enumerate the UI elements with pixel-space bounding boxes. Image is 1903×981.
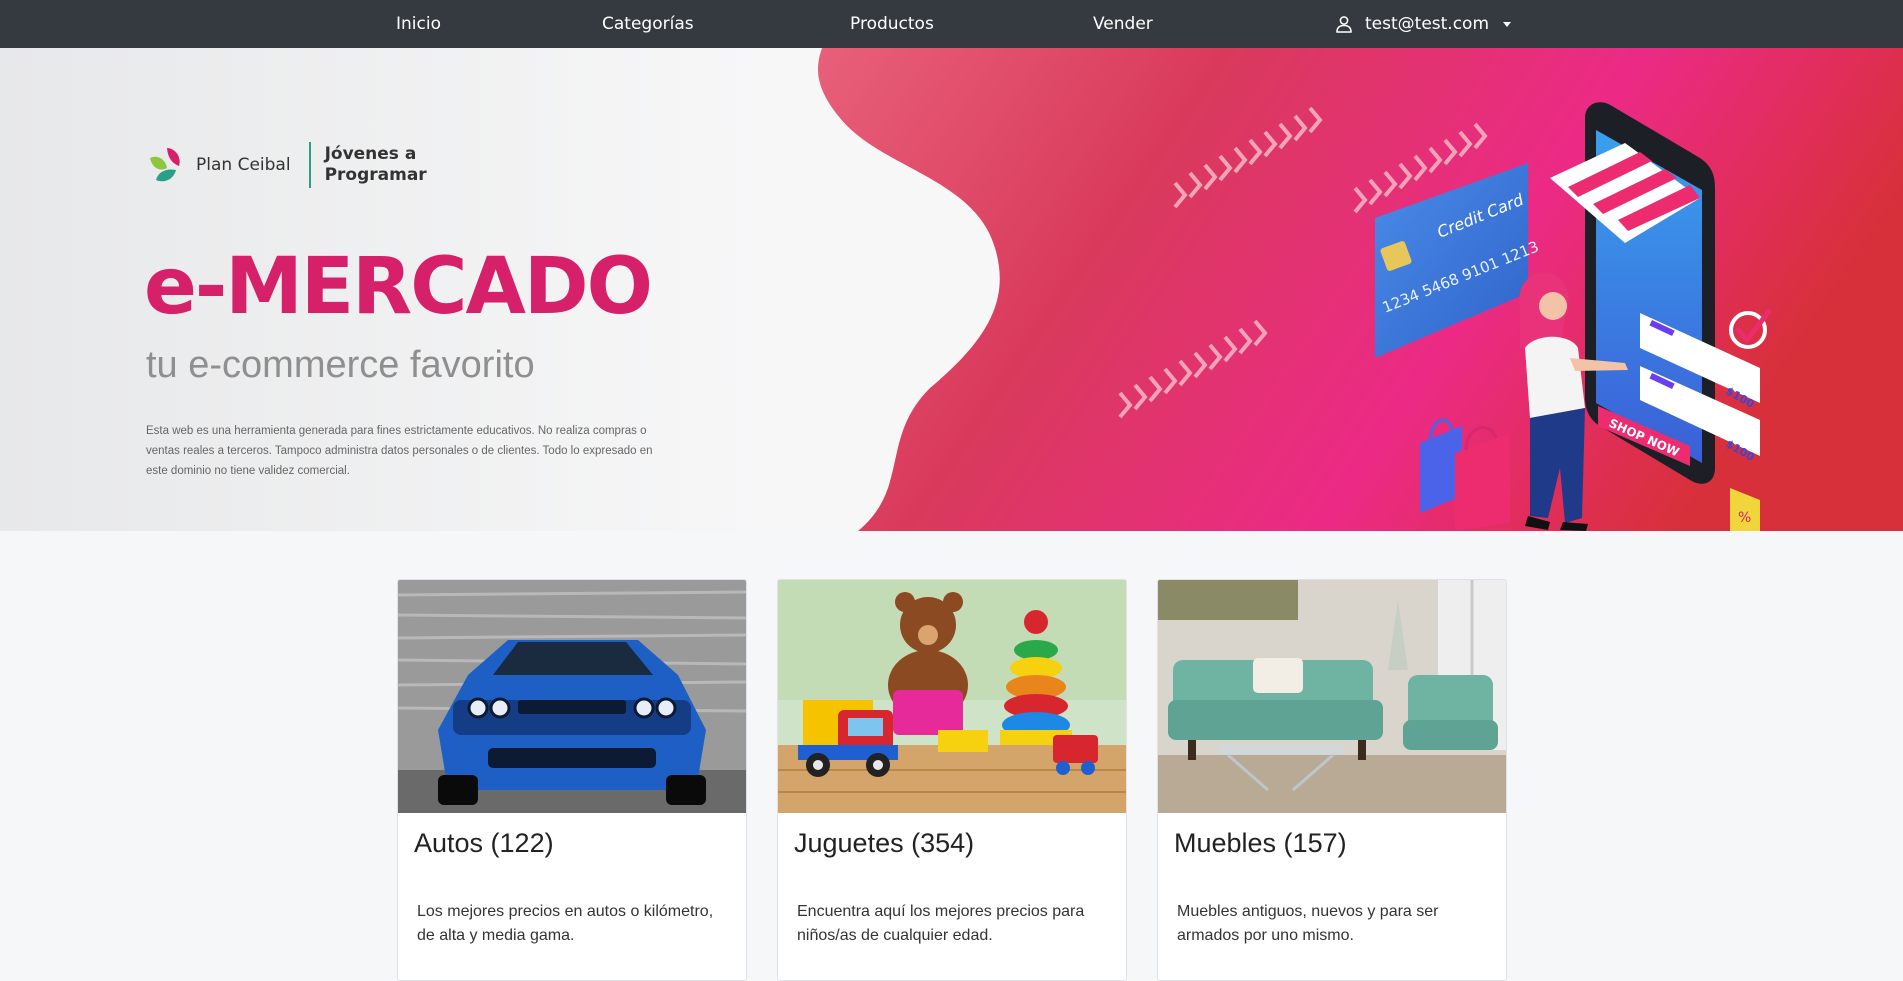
hero-title: e-MERCADO bbox=[144, 242, 653, 332]
brand-logo: Plan Ceibal Jóvenes a Programar bbox=[146, 140, 427, 190]
nav-vender[interactable]: Vender bbox=[1093, 0, 1153, 48]
card-text-muebles: Muebles antiguos, nuevos y para ser arma… bbox=[1177, 903, 1439, 944]
category-card-juguetes[interactable]: Juguetes (354) Encuentra aquí los mejore… bbox=[777, 579, 1127, 981]
user-menu-dropdown[interactable]: test@test.com bbox=[1335, 0, 1512, 48]
brand-tagline: Jóvenes a Programar bbox=[325, 144, 427, 186]
card-text-autos: Los mejores precios en autos o kilómetro… bbox=[417, 903, 714, 944]
nav-inicio[interactable]: Inicio bbox=[396, 0, 441, 48]
card-text-juguetes: Encuentra aquí los mejores precios para … bbox=[797, 903, 1085, 944]
user-email: test@test.com bbox=[1365, 14, 1490, 34]
category-card-muebles[interactable]: Muebles (157) Muebles antiguos, nuevos y… bbox=[1157, 579, 1507, 981]
card-title-muebles: Muebles (157) bbox=[1174, 828, 1347, 858]
brand-divider bbox=[308, 142, 311, 188]
chevron-down-icon bbox=[1503, 21, 1512, 27]
card-title-autos: Autos (122) bbox=[414, 828, 554, 858]
brand-tagline-line2: Programar bbox=[324, 165, 427, 185]
nav-categorias[interactable]: Categorías bbox=[602, 0, 694, 48]
user-icon bbox=[1336, 16, 1352, 33]
plan-ceibal-logo-icon bbox=[150, 148, 180, 182]
percent-tag: % bbox=[1738, 510, 1751, 526]
brand-name: Plan Ceibal bbox=[196, 155, 291, 175]
card-title-juguetes: Juguetes (354) bbox=[794, 828, 975, 858]
nav-productos[interactable]: Productos bbox=[850, 0, 934, 48]
card-image-juguetes bbox=[778, 580, 1126, 813]
hero-banner: Credit Card 1234 5468 9101 1213 $100 $10… bbox=[0, 48, 1903, 531]
top-navbar: Inicio Categorías Productos Vender test@… bbox=[0, 0, 1903, 48]
card-image-muebles bbox=[1158, 580, 1506, 813]
hero-subtitle: tu e-commerce favorito bbox=[146, 344, 535, 386]
brand-tagline-line1: Jóvenes a bbox=[324, 144, 417, 164]
category-card-autos[interactable]: Autos (122) Los mejores precios en autos… bbox=[397, 579, 747, 981]
car-image bbox=[398, 580, 746, 813]
furniture-image bbox=[1158, 580, 1506, 813]
hero-disclaimer: Esta web es una herramienta generada par… bbox=[146, 425, 653, 477]
toys-image bbox=[778, 580, 1126, 813]
card-image-autos bbox=[398, 580, 746, 813]
